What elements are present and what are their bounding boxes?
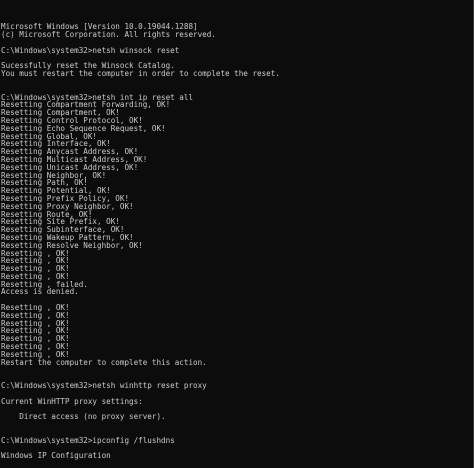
console-line: Resetting , OK! — [1, 310, 70, 320]
console-output[interactable]: Microsoft Windows [Version 10.0.19044.12… — [1, 0, 467, 468]
console-line: You must restart the computer in order t… — [1, 69, 280, 79]
console-line: Resetting , OK! — [1, 303, 70, 313]
console-line: C:\Windows\system32>netsh winsock reset — [1, 45, 180, 55]
terminal-window[interactable]: Microsoft Windows [Version 10.0.19044.12… — [0, 0, 474, 468]
console-line: Direct access (no proxy server). — [1, 412, 166, 422]
console-line: Restart the computer to complete this ac… — [1, 357, 207, 367]
console-line: Resetting , OK! — [1, 318, 70, 328]
console-line: Resetting , OK! — [1, 334, 70, 344]
console-line: Access is denied. — [1, 287, 79, 297]
console-line: Windows IP Configuration — [1, 451, 111, 461]
console-line: Resetting , OK! — [1, 248, 70, 258]
console-line: C:\Windows\system32>netsh winhttp reset … — [1, 381, 207, 391]
console-line: Resetting , OK! — [1, 264, 70, 274]
console-line: (c) Microsoft Corporation. All rights re… — [1, 30, 216, 40]
console-line: Resetting , OK! — [1, 256, 70, 266]
console-line: Resetting , OK! — [1, 326, 70, 336]
console-line: C:\Windows\system32>ipconfig /flushdns — [1, 435, 175, 445]
scrollbar-track[interactable] — [468, 0, 472, 468]
console-line: Resetting , OK! — [1, 342, 70, 352]
console-line: Current WinHTTP proxy settings: — [1, 396, 143, 406]
console-line: Resetting Resolve Neighbor, OK! — [1, 240, 143, 250]
